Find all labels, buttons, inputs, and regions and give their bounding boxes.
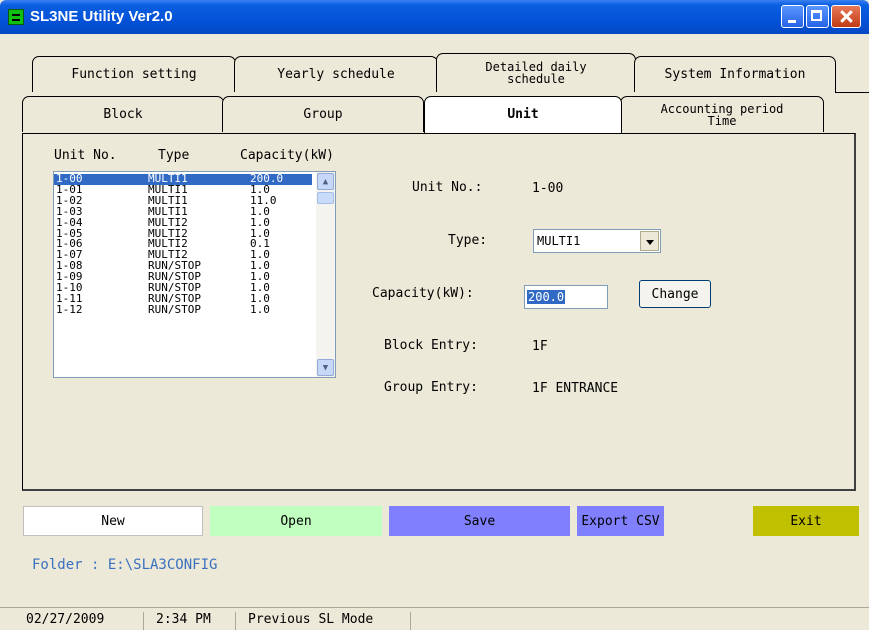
minimize-button[interactable] bbox=[781, 5, 804, 28]
block-entry-value: 1F bbox=[532, 339, 548, 354]
capacity-input[interactable]: 200.0 bbox=[524, 285, 608, 309]
open-button[interactable]: Open bbox=[210, 506, 382, 536]
scroll-thumb[interactable] bbox=[317, 192, 334, 204]
save-button[interactable]: Save bbox=[389, 506, 570, 536]
status-time: 2:34 PM bbox=[144, 612, 236, 630]
type-select[interactable]: MULTI1 bbox=[533, 229, 661, 253]
tab-label: Block bbox=[103, 106, 143, 122]
folder-path: Folder : E:\SLA3CONFIG bbox=[32, 557, 218, 573]
scroll-up-button[interactable]: ▲ bbox=[317, 173, 334, 190]
chevron-down-icon[interactable] bbox=[640, 231, 659, 251]
capacity-cell: 1.0 bbox=[250, 302, 270, 316]
tab-detailed-daily-schedule[interactable]: Detailed daily schedule bbox=[436, 53, 636, 92]
capacity-input-value: 200.0 bbox=[527, 290, 566, 304]
capacity-label: Capacity(kW): bbox=[372, 286, 474, 301]
header-capacity: Capacity(kW) bbox=[240, 148, 334, 163]
exit-button[interactable]: Exit bbox=[753, 506, 859, 536]
tab-label: Function setting bbox=[71, 66, 197, 82]
tab-label: Accounting period Time bbox=[660, 101, 784, 128]
tab-label: Group bbox=[303, 106, 343, 122]
type-select-value: MULTI1 bbox=[537, 234, 581, 248]
close-button[interactable] bbox=[831, 5, 861, 28]
list-item[interactable]: 1-12 RUN/STOP 1.0 bbox=[54, 302, 312, 316]
tab-unit[interactable]: Unit bbox=[424, 96, 622, 133]
unit-no-label: Unit No.: bbox=[412, 180, 483, 195]
maximize-button[interactable] bbox=[806, 5, 829, 28]
tab-label: System Information bbox=[664, 66, 806, 82]
block-entry-label: Block Entry: bbox=[384, 338, 478, 353]
app-icon bbox=[8, 9, 24, 25]
tab-yearly-schedule[interactable]: Yearly schedule bbox=[234, 56, 438, 92]
unit-no-value: 1-00 bbox=[532, 181, 564, 196]
listbox-scrollbar[interactable]: ▲ ▼ bbox=[316, 172, 335, 377]
scroll-down-button[interactable]: ▼ bbox=[317, 359, 334, 376]
tab-function-setting[interactable]: Function setting bbox=[32, 56, 236, 92]
tab-label: Yearly schedule bbox=[277, 66, 395, 82]
tab-system-information[interactable]: System Information bbox=[634, 56, 836, 92]
unit-no-cell: 1-12 bbox=[56, 302, 83, 316]
tab-label: Detailed daily schedule bbox=[485, 60, 587, 86]
header-type: Type bbox=[158, 148, 190, 163]
tab-group[interactable]: Group bbox=[222, 96, 424, 132]
export-csv-button[interactable]: Export CSV bbox=[577, 506, 664, 536]
status-date: 02/27/2009 bbox=[8, 612, 144, 630]
group-entry-value: 1F ENTRANCE bbox=[532, 381, 619, 396]
new-button[interactable]: New bbox=[23, 506, 203, 536]
tab-accounting-period-time[interactable]: Accounting period Time bbox=[620, 96, 824, 132]
type-cell: RUN/STOP bbox=[148, 302, 201, 316]
group-entry-label: Group Entry: bbox=[384, 380, 478, 395]
tab-block[interactable]: Block bbox=[22, 96, 224, 132]
status-mode: Previous SL Mode bbox=[236, 612, 411, 630]
tab-label: Unit bbox=[507, 107, 539, 122]
type-label: Type: bbox=[448, 233, 488, 248]
change-button[interactable]: Change bbox=[639, 280, 711, 308]
header-unit-no: Unit No. bbox=[54, 148, 117, 163]
window-title: SL3NE Utility Ver2.0 bbox=[30, 8, 173, 25]
tab-row-divider bbox=[835, 92, 869, 101]
unit-listbox[interactable]: 1-00 MULTI1 200.0 1-01 MULTI1 1.0 1-02 MULTI1 11… bbox=[53, 171, 336, 378]
